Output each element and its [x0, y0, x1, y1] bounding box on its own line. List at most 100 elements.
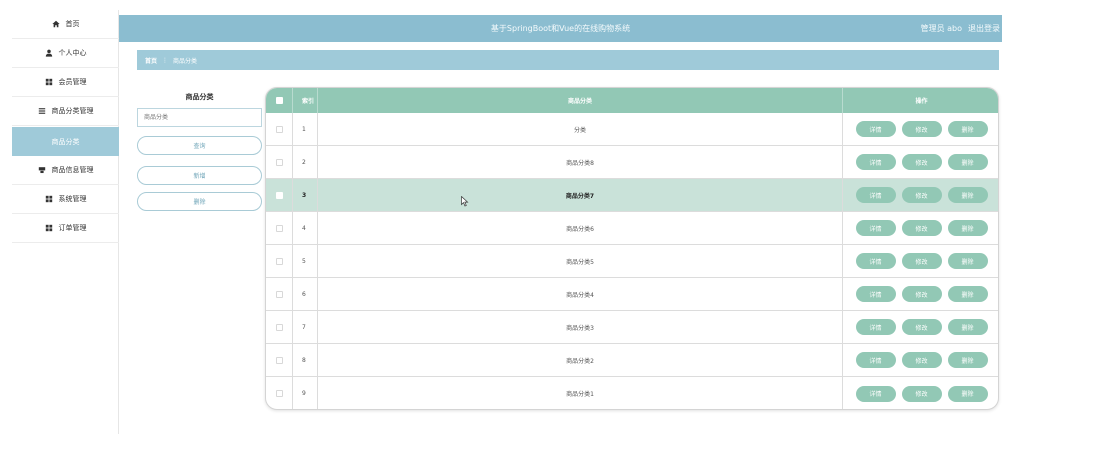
row-name: 商品分类5 [318, 245, 843, 277]
sidebar-item-label: 个人中心 [58, 49, 87, 57]
row-ops: 详情 修改 删除 [843, 113, 998, 145]
user-name: 管理员 abo [920, 24, 962, 33]
table-header-row: 索引 商品分类 操作 [266, 88, 998, 113]
sidebar-item-order-mgmt[interactable]: 订单管理 [12, 214, 119, 243]
row-index: 6 [293, 278, 318, 310]
detail-button[interactable]: 详情 [855, 352, 896, 368]
detail-button[interactable]: 详情 [855, 319, 896, 335]
row-ops: 详情 修改 删除 [843, 212, 998, 244]
row-name: 商品分类6 [318, 212, 843, 244]
app-title: 基于SpringBoot和Vue的在线购物系统 [490, 24, 631, 33]
row-checkbox[interactable] [275, 290, 283, 298]
row-checkbox[interactable] [275, 323, 283, 331]
row-checkbox[interactable] [275, 125, 283, 133]
edit-button[interactable]: 修改 [901, 220, 942, 236]
row-ops: 详情 修改 删除 [843, 146, 998, 178]
query-button[interactable]: 查询 [137, 136, 262, 155]
row-checkbox-cell [266, 377, 293, 409]
row-index: 9 [293, 377, 318, 409]
sidebar-item-label: 商品信息管理 [51, 166, 94, 174]
detail-button[interactable]: 详情 [855, 187, 896, 203]
detail-button[interactable]: 详情 [855, 286, 896, 302]
breadcrumb-current: 商品分类 [173, 57, 198, 65]
row-checkbox[interactable] [275, 224, 283, 232]
detail-button[interactable]: 详情 [855, 121, 896, 137]
category-search-input[interactable] [137, 108, 262, 127]
row-checkbox-cell [266, 179, 293, 211]
home-icon [52, 20, 61, 29]
row-delete-button[interactable]: 删除 [947, 187, 988, 203]
row-checkbox-cell [266, 212, 293, 244]
row-index: 1 [293, 113, 318, 145]
row-delete-button[interactable]: 删除 [947, 385, 988, 402]
sidebar-item-category[interactable]: 商品分类 [12, 127, 119, 156]
mouse-cursor-icon [461, 196, 469, 207]
edit-button[interactable]: 修改 [901, 385, 942, 402]
sidebar-item-goods-mgmt[interactable]: 商品信息管理 [12, 156, 119, 185]
row-index: 2 [293, 146, 318, 178]
edit-button[interactable]: 修改 [901, 253, 942, 269]
header-name: 商品分类 [318, 88, 843, 113]
table-row[interactable]: 2 商品分类8 详情 修改 删除 [266, 146, 998, 179]
row-checkbox[interactable] [275, 158, 283, 166]
row-delete-button[interactable]: 删除 [947, 220, 988, 236]
sidebar-item-label: 商品分类管理 [51, 107, 94, 115]
category-table: 索引 商品分类 操作 1 分类 详情 修改 删除 2 商品分类8 详情 修改 删… [265, 87, 999, 410]
table-row[interactable]: 4 商品分类6 详情 修改 删除 [266, 212, 998, 245]
sidebar-item-label: 首页 [65, 20, 80, 28]
edit-button[interactable]: 修改 [901, 319, 942, 335]
row-name: 商品分类3 [318, 311, 843, 343]
row-delete-button[interactable]: 删除 [947, 154, 988, 170]
table-row[interactable]: 8 商品分类2 详情 修改 删除 [266, 344, 998, 377]
row-checkbox-cell [266, 278, 293, 310]
row-ops: 详情 修改 删除 [843, 179, 998, 211]
detail-button[interactable]: 详情 [855, 253, 896, 269]
row-index: 7 [293, 311, 318, 343]
edit-button[interactable]: 修改 [901, 187, 942, 203]
edit-button[interactable]: 修改 [901, 352, 942, 368]
row-ops: 详情 修改 删除 [843, 344, 998, 376]
edit-button[interactable]: 修改 [901, 154, 942, 170]
sidebar-item-home[interactable]: 首页 [12, 10, 119, 39]
row-checkbox[interactable] [275, 356, 283, 364]
sidebar-item-profile[interactable]: 个人中心 [12, 39, 119, 68]
row-checkbox[interactable] [275, 191, 283, 199]
breadcrumb: 首页 ⋮ 商品分类 [137, 50, 999, 70]
delete-button[interactable]: 删除 [137, 192, 262, 211]
select-all-checkbox[interactable] [275, 97, 283, 104]
row-checkbox-cell [266, 113, 293, 145]
add-button[interactable]: 新增 [137, 166, 262, 185]
table-row-highlighted[interactable]: 3 商品分类7 详情 修改 删除 [266, 179, 998, 212]
sidebar-item-system-mgmt[interactable]: 系统管理 [12, 185, 119, 214]
row-delete-button[interactable]: 删除 [947, 253, 988, 269]
table-row[interactable]: 9 商品分类1 详情 修改 删除 [266, 377, 998, 409]
table-row[interactable]: 1 分类 详情 修改 删除 [266, 113, 998, 146]
row-checkbox[interactable] [275, 390, 283, 397]
table-row[interactable]: 7 商品分类3 详情 修改 删除 [266, 311, 998, 344]
row-delete-button[interactable]: 删除 [947, 286, 988, 302]
row-ops: 详情 修改 删除 [843, 311, 998, 343]
table-row[interactable]: 6 商品分类4 详情 修改 删除 [266, 278, 998, 311]
detail-button[interactable]: 详情 [855, 154, 896, 170]
sidebar-item-members[interactable]: 会员管理 [12, 68, 119, 97]
detail-button[interactable]: 详情 [855, 385, 896, 402]
row-checkbox[interactable] [275, 257, 283, 265]
logout-link[interactable]: 退出登录 [968, 15, 1000, 42]
row-name: 商品分类2 [318, 344, 843, 376]
row-delete-button[interactable]: 删除 [947, 319, 988, 335]
breadcrumb-home[interactable]: 首页 [145, 56, 157, 65]
table-row[interactable]: 5 商品分类5 详情 修改 删除 [266, 245, 998, 278]
row-ops: 详情 修改 删除 [843, 278, 998, 310]
row-delete-button[interactable]: 删除 [947, 121, 988, 137]
grid-icon [45, 224, 54, 233]
row-index: 4 [293, 212, 318, 244]
sidebar-item-category-mgmt[interactable]: 商品分类管理 [12, 97, 119, 126]
edit-button[interactable]: 修改 [901, 286, 942, 302]
detail-button[interactable]: 详情 [855, 220, 896, 236]
row-name: 商品分类8 [318, 146, 843, 178]
row-checkbox-cell [266, 146, 293, 178]
sidebar-item-label: 会员管理 [58, 78, 87, 86]
header-checkbox-cell [266, 88, 293, 113]
edit-button[interactable]: 修改 [901, 121, 942, 137]
row-delete-button[interactable]: 删除 [947, 352, 988, 368]
